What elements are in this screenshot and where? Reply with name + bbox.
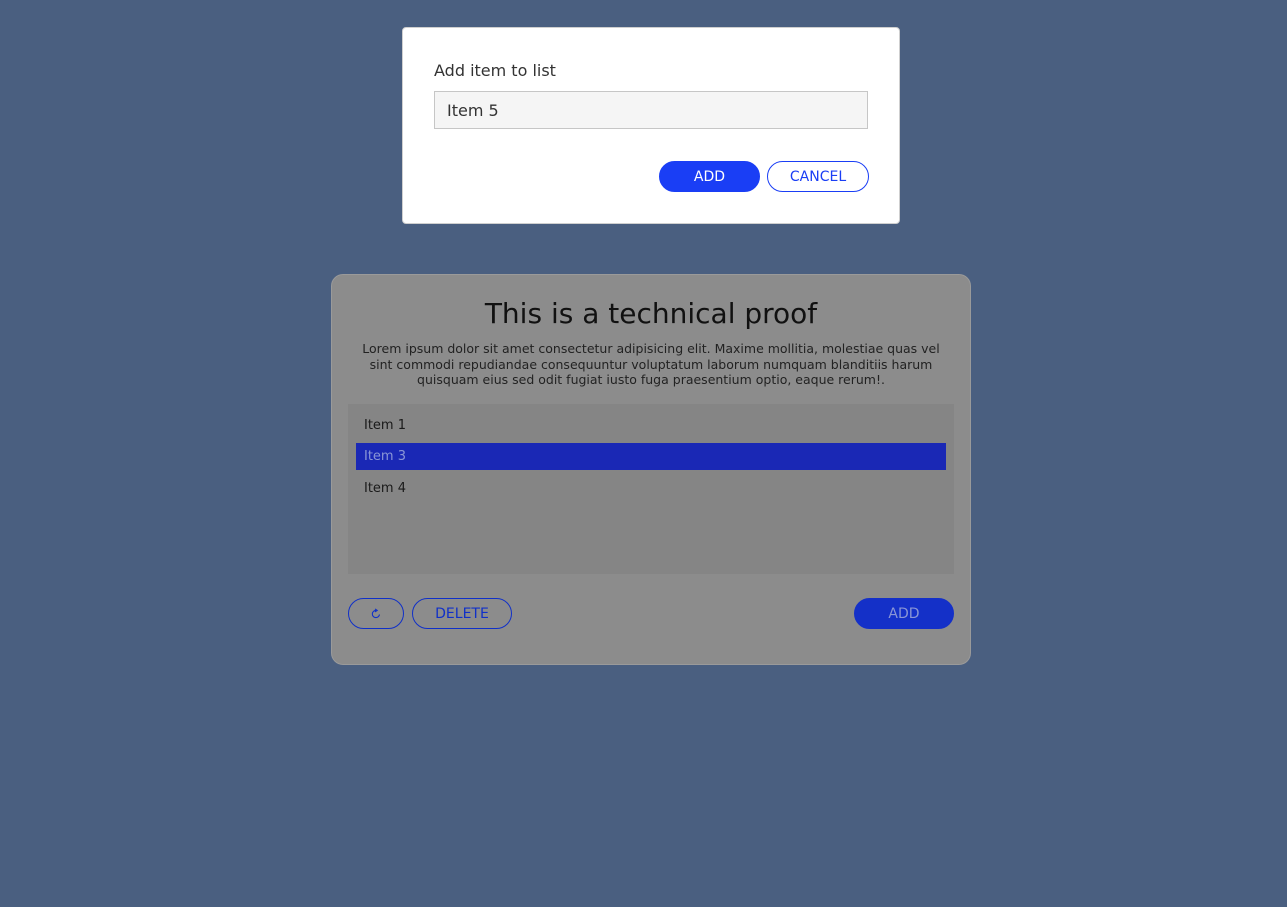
add-item-dialog: Add item to list ADD CANCEL xyxy=(402,27,900,224)
add-button[interactable]: ADD xyxy=(854,598,954,629)
item-name-input[interactable] xyxy=(434,91,868,129)
list-card: This is a technical proof Lorem ipsum do… xyxy=(331,274,971,665)
dialog-title: Add item to list xyxy=(434,61,556,80)
list-item-selected[interactable]: Item 3 xyxy=(356,443,946,470)
item-list: Item 1 Item 3 Item 4 xyxy=(348,404,954,574)
card-title: This is a technical proof xyxy=(484,297,818,330)
delete-button[interactable]: DELETE xyxy=(412,598,512,629)
dialog-cancel-button[interactable]: CANCEL xyxy=(767,161,869,192)
list-item[interactable]: Item 4 xyxy=(356,475,946,502)
dialog-add-button[interactable]: ADD xyxy=(659,161,760,192)
app-page: This is a technical proof Lorem ipsum do… xyxy=(0,0,1287,907)
list-item[interactable]: Item 1 xyxy=(356,412,946,439)
card-description: Lorem ipsum dolor sit amet consectetur a… xyxy=(362,341,940,387)
refresh-button[interactable] xyxy=(348,598,404,629)
refresh-icon xyxy=(370,607,382,620)
